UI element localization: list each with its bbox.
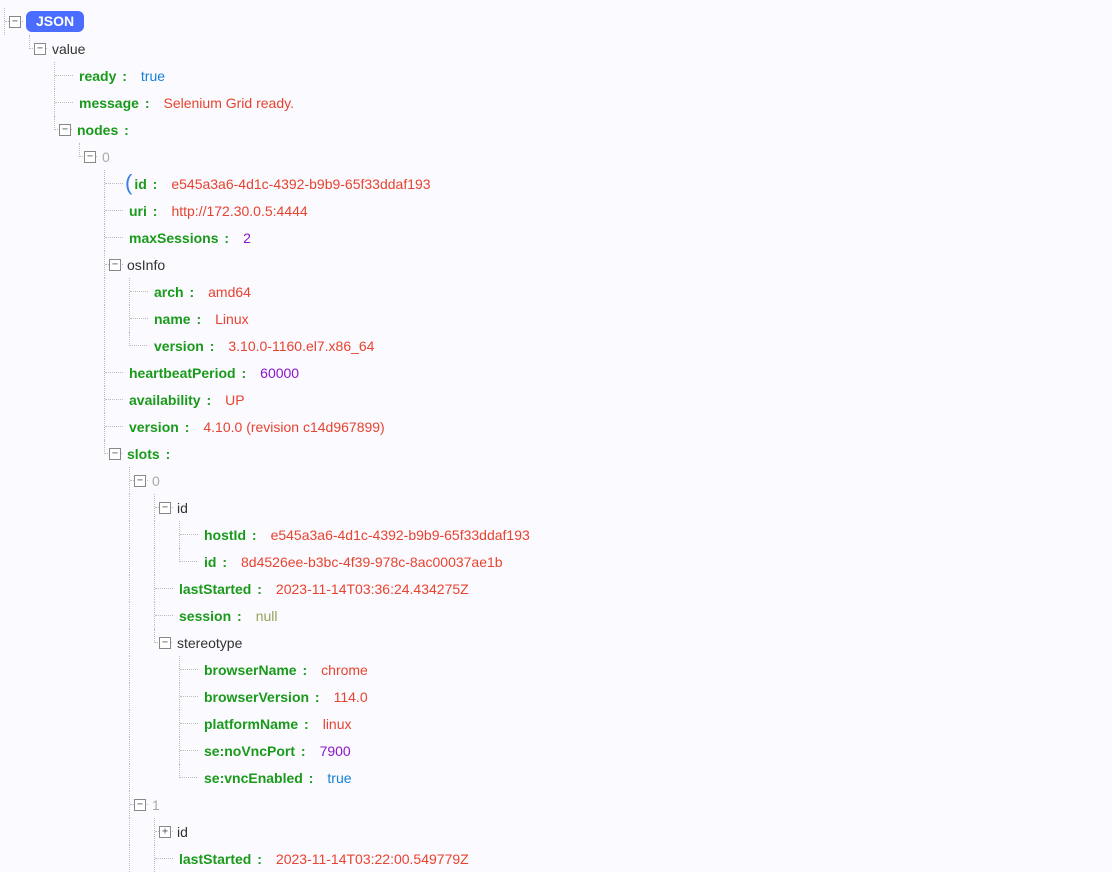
key-novncport: se:noVncPort :	[204, 743, 306, 759]
node-slot0-id-id: id : 8d4526ee-b3bc-4f39-978c-8ac00037ae1…	[4, 548, 1112, 575]
node-availability: availability : UP	[4, 386, 1112, 413]
node-vncenabled: se:vncEnabled : true	[4, 764, 1112, 791]
key-slots: slots :	[127, 446, 170, 462]
brace-open-icon: (	[125, 170, 132, 196]
node-uri: uri : http://172.30.0.5:4444	[4, 197, 1112, 224]
toggle-minus[interactable]: −	[34, 43, 46, 55]
key-laststarted0: lastStarted :	[179, 581, 262, 597]
toggle-minus[interactable]: −	[59, 124, 71, 136]
node-arch: arch : amd64	[4, 278, 1112, 305]
key-version: version :	[129, 419, 189, 435]
node-browserversion: browserVersion : 114.0	[4, 683, 1112, 710]
toggle-minus[interactable]: −	[159, 502, 171, 514]
node-ready: ready : true	[4, 62, 1112, 89]
value-osname: Linux	[215, 311, 248, 327]
value-session: null	[256, 608, 278, 624]
toggle-minus[interactable]: −	[109, 259, 121, 271]
root-row: − JSON	[4, 8, 1112, 35]
node-nodes: − nodes :	[4, 116, 1112, 143]
key-browsername: browserName :	[204, 662, 307, 678]
key-nodes: nodes :	[77, 122, 129, 138]
key-arch: arch :	[154, 284, 194, 300]
node-slot-1: − 1	[4, 791, 1112, 818]
toggle-minus[interactable]: −	[109, 448, 121, 460]
toggle-minus[interactable]: −	[159, 637, 171, 649]
json-badge: JSON	[26, 11, 84, 32]
node-laststarted0: lastStarted : 2023-11-14T03:36:24.434275…	[4, 575, 1112, 602]
key-browserversion: browserVersion :	[204, 689, 320, 705]
key-hostid: hostId :	[204, 527, 257, 543]
value-browsername: chrome	[321, 662, 368, 678]
toggle-plus[interactable]: +	[159, 826, 171, 838]
toggle-minus[interactable]: −	[84, 151, 96, 163]
node-maxsessions: maxSessions : 2	[4, 224, 1112, 251]
node-browsername: browserName : chrome	[4, 656, 1112, 683]
node-hostid: hostId : e545a3a6-4d1c-4392-b9b9-65f33dd…	[4, 521, 1112, 548]
node-id: ( id : e545a3a6-4d1c-4392-b9b9-65f33ddaf…	[4, 170, 1112, 197]
key-osname: name :	[154, 311, 201, 327]
value-version: 4.10.0 (revision c14d967899)	[203, 419, 384, 435]
key-stereotype: stereotype	[177, 635, 242, 651]
key-uri: uri :	[129, 203, 157, 219]
key-availability: availability :	[129, 392, 211, 408]
key-osinfo: osInfo	[127, 257, 165, 273]
node-osname: name : Linux	[4, 305, 1112, 332]
node-slot1-id: + id	[4, 818, 1112, 845]
value-laststarted1: 2023-11-14T03:22:00.549779Z	[276, 851, 469, 867]
node-heartbeat: heartbeatPeriod : 60000	[4, 359, 1112, 386]
value-platformname: linux	[323, 716, 352, 732]
key-id: id :	[134, 176, 157, 192]
node-osinfo: − osInfo	[4, 251, 1112, 278]
node-platformname: platformName : linux	[4, 710, 1112, 737]
node-message: message : Selenium Grid ready.	[4, 89, 1112, 116]
toggle-minus[interactable]: −	[134, 799, 146, 811]
key-heartbeat: heartbeatPeriod :	[129, 365, 246, 381]
node-laststarted1: lastStarted : 2023-11-14T03:22:00.549779…	[4, 845, 1112, 872]
value-slot0-id-id: 8d4526ee-b3bc-4f39-978c-8ac00037ae1b	[241, 554, 503, 570]
key-message: message :	[79, 95, 150, 111]
node-version: version : 4.10.0 (revision c14d967899)	[4, 413, 1112, 440]
node-slots: − slots :	[4, 440, 1112, 467]
key-platformname: platformName :	[204, 716, 309, 732]
value-novncport: 7900	[320, 743, 351, 759]
toggle-minus[interactable]: −	[134, 475, 146, 487]
json-tree-root: − JSON − value ready : true message : Se…	[4, 8, 1112, 872]
value-id: e545a3a6-4d1c-4392-b9b9-65f33ddaf193	[171, 176, 430, 192]
node-novncport: se:noVncPort : 7900	[4, 737, 1112, 764]
node-session: session : null	[4, 602, 1112, 629]
value-maxsessions: 2	[243, 230, 251, 246]
value-osversion: 3.10.0-1160.el7.x86_64	[228, 338, 374, 354]
value-message: Selenium Grid ready.	[164, 95, 294, 111]
value-availability: UP	[225, 392, 244, 408]
key-value: value	[52, 41, 85, 57]
toggle-minus[interactable]: −	[9, 16, 21, 28]
value-arch: amd64	[208, 284, 251, 300]
node-nodes-0: − 0	[4, 143, 1112, 170]
value-browserversion: 114.0	[334, 689, 368, 705]
node-value: − value	[4, 35, 1112, 62]
value-hostid: e545a3a6-4d1c-4392-b9b9-65f33ddaf193	[271, 527, 530, 543]
value-laststarted0: 2023-11-14T03:36:24.434275Z	[276, 581, 469, 597]
value-ready: true	[141, 68, 165, 84]
key-ready: ready :	[79, 68, 127, 84]
value-heartbeat: 60000	[260, 365, 299, 381]
node-slot0-id: − id	[4, 494, 1112, 521]
key-osversion: version :	[154, 338, 214, 354]
value-vncenabled: true	[327, 770, 351, 786]
value-uri: http://172.30.0.5:4444	[171, 203, 307, 219]
node-slot-0: − 0	[4, 467, 1112, 494]
key-laststarted1: lastStarted :	[179, 851, 262, 867]
node-stereotype: − stereotype	[4, 629, 1112, 656]
key-vncenabled: se:vncEnabled :	[204, 770, 313, 786]
key-maxsessions: maxSessions :	[129, 230, 229, 246]
node-osversion: version : 3.10.0-1160.el7.x86_64	[4, 332, 1112, 359]
key-session: session :	[179, 608, 242, 624]
key-slot0-id-id: id :	[204, 554, 227, 570]
